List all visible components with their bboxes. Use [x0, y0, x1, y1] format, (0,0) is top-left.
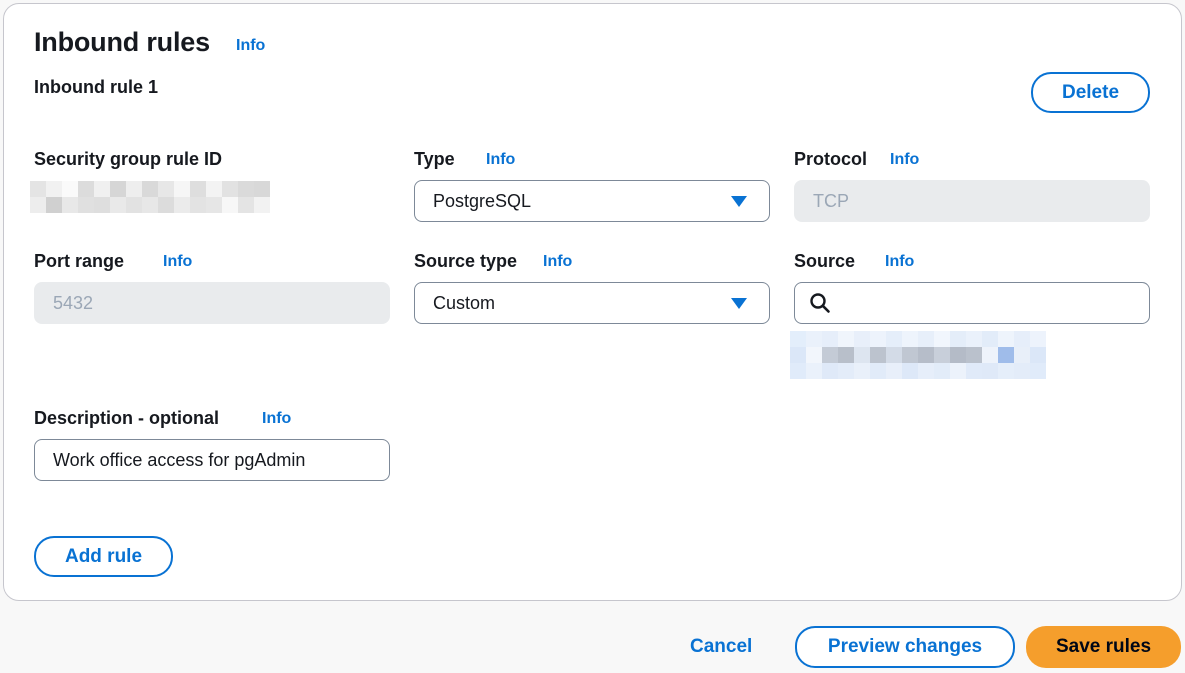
delete-button[interactable]: Delete	[1031, 72, 1150, 113]
title-info-link[interactable]: Info	[236, 37, 265, 55]
source-type-select[interactable]: Custom	[414, 282, 770, 324]
page-title: Inbound rules	[34, 27, 210, 57]
search-icon	[810, 293, 830, 313]
description-label: Description - optional	[34, 408, 220, 428]
protocol-info-link[interactable]: Info	[890, 151, 919, 169]
save-rules-button[interactable]: Save rules	[1026, 626, 1181, 668]
redacted-source-token[interactable]	[790, 331, 1046, 379]
add-rule-button[interactable]: Add rule	[34, 536, 173, 577]
type-select[interactable]: PostgreSQL	[414, 180, 770, 222]
source-label: Source	[794, 251, 856, 271]
protocol-value: TCP	[813, 190, 849, 211]
caret-down-icon	[731, 298, 747, 309]
caret-down-icon	[731, 196, 747, 207]
description-input[interactable]: Work office access for pgAdmin	[34, 439, 390, 481]
port-range-field: 5432	[34, 282, 390, 324]
preview-changes-button[interactable]: Preview changes	[795, 626, 1015, 668]
source-search-input[interactable]	[794, 282, 1150, 324]
port-range-label: Port range	[34, 251, 125, 271]
cancel-button[interactable]: Cancel	[690, 636, 752, 658]
protocol-label: Protocol	[794, 149, 868, 169]
description-input-value: Work office access for pgAdmin	[53, 449, 306, 470]
type-info-link[interactable]: Info	[486, 151, 515, 169]
type-label: Type	[414, 149, 455, 169]
rule-heading: Inbound rule 1	[34, 77, 158, 97]
description-info-link[interactable]: Info	[262, 410, 291, 428]
source-info-link[interactable]: Info	[885, 253, 914, 271]
port-range-info-link[interactable]: Info	[163, 253, 192, 271]
protocol-field: TCP	[794, 180, 1150, 222]
redacted-rule-id	[30, 181, 270, 213]
sg-rule-id-label: Security group rule ID	[34, 149, 223, 169]
type-select-value: PostgreSQL	[433, 190, 532, 211]
source-type-info-link[interactable]: Info	[543, 253, 572, 271]
source-type-select-value: Custom	[433, 292, 496, 313]
port-range-value: 5432	[53, 292, 94, 313]
source-type-label: Source type	[414, 251, 518, 271]
